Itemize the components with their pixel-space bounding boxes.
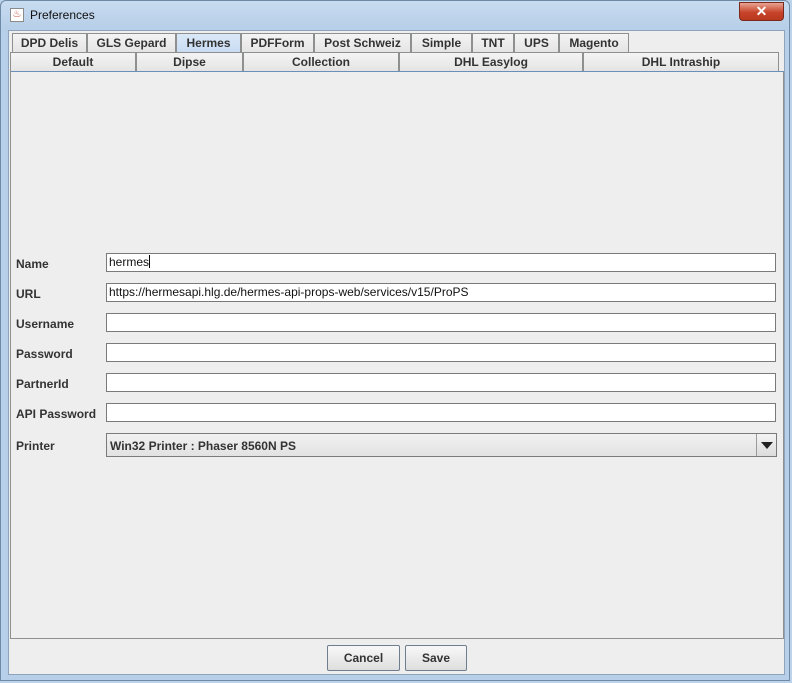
url-value: https://hermesapi.hlg.de/hermes-api-prop… (109, 285, 469, 299)
name-value: hermes (109, 255, 150, 269)
partnerid-label: PartnerId (16, 377, 69, 391)
tab-dhl-intraship[interactable]: DHL Intraship (583, 52, 779, 71)
tab-gls-gepard[interactable]: GLS Gepard (87, 33, 176, 52)
password-field[interactable] (106, 343, 776, 362)
name-label: Name (16, 257, 49, 271)
partnerid-field[interactable] (106, 373, 776, 392)
tab-default[interactable]: Default (10, 52, 136, 71)
tab-magento[interactable]: Magento (559, 33, 629, 52)
java-cup-icon: ♨ (10, 8, 24, 22)
tab-hermes[interactable]: Hermes (176, 33, 241, 52)
name-field[interactable]: hermes (106, 253, 776, 272)
chevron-down-icon[interactable] (756, 434, 776, 456)
printer-select[interactable]: Win32 Printer : Phaser 8560N PS (106, 433, 777, 457)
api-password-field[interactable] (106, 403, 776, 422)
title-bar[interactable]: ♨ Preferences ✕ (1, 1, 791, 29)
tab-dipse[interactable]: Dipse (136, 52, 243, 71)
tab-pdfform[interactable]: PDFForm (241, 33, 314, 52)
text-caret (149, 255, 151, 268)
url-field[interactable]: https://hermesapi.hlg.de/hermes-api-prop… (106, 283, 776, 302)
printer-selected-value: Win32 Printer : Phaser 8560N PS (110, 439, 296, 453)
cancel-button[interactable]: Cancel (327, 645, 400, 671)
preferences-window: ♨ Preferences ✕ DPD Delis GLS Gepard Her… (0, 0, 790, 681)
save-button[interactable]: Save (405, 645, 467, 671)
tab-post-schweiz[interactable]: Post Schweiz (314, 33, 411, 52)
tab-dpd-delis[interactable]: DPD Delis (12, 33, 87, 52)
url-label: URL (16, 287, 41, 301)
tab-ups[interactable]: UPS (514, 33, 559, 52)
window-title: Preferences (30, 8, 95, 22)
password-label: Password (16, 347, 73, 361)
printer-label: Printer (16, 439, 55, 453)
username-field[interactable] (106, 313, 776, 332)
tab-tnt[interactable]: TNT (472, 33, 514, 52)
tab-collection[interactable]: Collection (243, 52, 399, 71)
tab-simple[interactable]: Simple (411, 33, 472, 52)
api-password-label: API Password (16, 407, 97, 421)
close-button[interactable]: ✕ (739, 2, 784, 21)
tab-dhl-easylog[interactable]: DHL Easylog (399, 52, 583, 71)
username-label: Username (16, 317, 75, 331)
close-icon: ✕ (755, 3, 768, 19)
